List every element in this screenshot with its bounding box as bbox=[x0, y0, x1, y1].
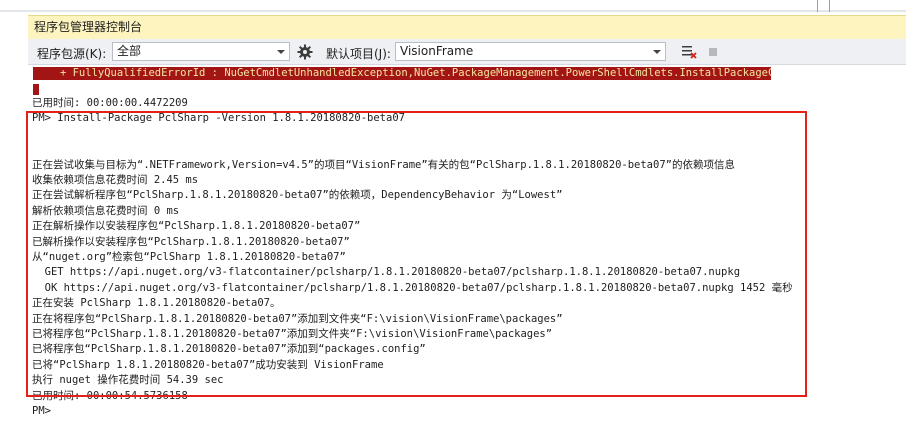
panel-title-bar[interactable]: 程序包管理器控制台 bbox=[28, 15, 906, 39]
left-gutter bbox=[0, 15, 28, 423]
top-strip bbox=[0, 0, 906, 15]
error-line: + FullyQualifiedErrorId : NuGetCmdletUnh… bbox=[33, 67, 771, 80]
highlight-box bbox=[26, 111, 807, 397]
package-source-value: 全部 bbox=[117, 44, 142, 58]
console-toolbar: 程序包源(K): 全部 默认项目(J): VisionFrame bbox=[28, 39, 906, 65]
console-line: 已用时间: 00:00:00.4472209 bbox=[32, 97, 188, 109]
top-divider bbox=[0, 10, 906, 12]
console-line: PM> bbox=[32, 405, 51, 417]
package-source-label: 程序包源(K): bbox=[37, 47, 107, 61]
panel-splitter[interactable] bbox=[817, 0, 818, 12]
gear-icon[interactable] bbox=[296, 43, 314, 61]
default-project-select[interactable]: VisionFrame bbox=[395, 42, 666, 61]
panel-title: 程序包管理器控制台 bbox=[34, 20, 143, 34]
chevron-down-icon bbox=[277, 50, 285, 54]
stop-icon[interactable] bbox=[704, 43, 722, 61]
panel-splitter[interactable] bbox=[829, 0, 830, 12]
default-project-value: VisionFrame bbox=[400, 44, 474, 58]
clear-console-icon[interactable] bbox=[680, 43, 698, 61]
default-project-label: 默认项目(J): bbox=[326, 47, 391, 61]
package-source-select[interactable]: 全部 bbox=[112, 42, 290, 61]
error-marker bbox=[33, 84, 39, 95]
chevron-down-icon bbox=[653, 50, 661, 54]
